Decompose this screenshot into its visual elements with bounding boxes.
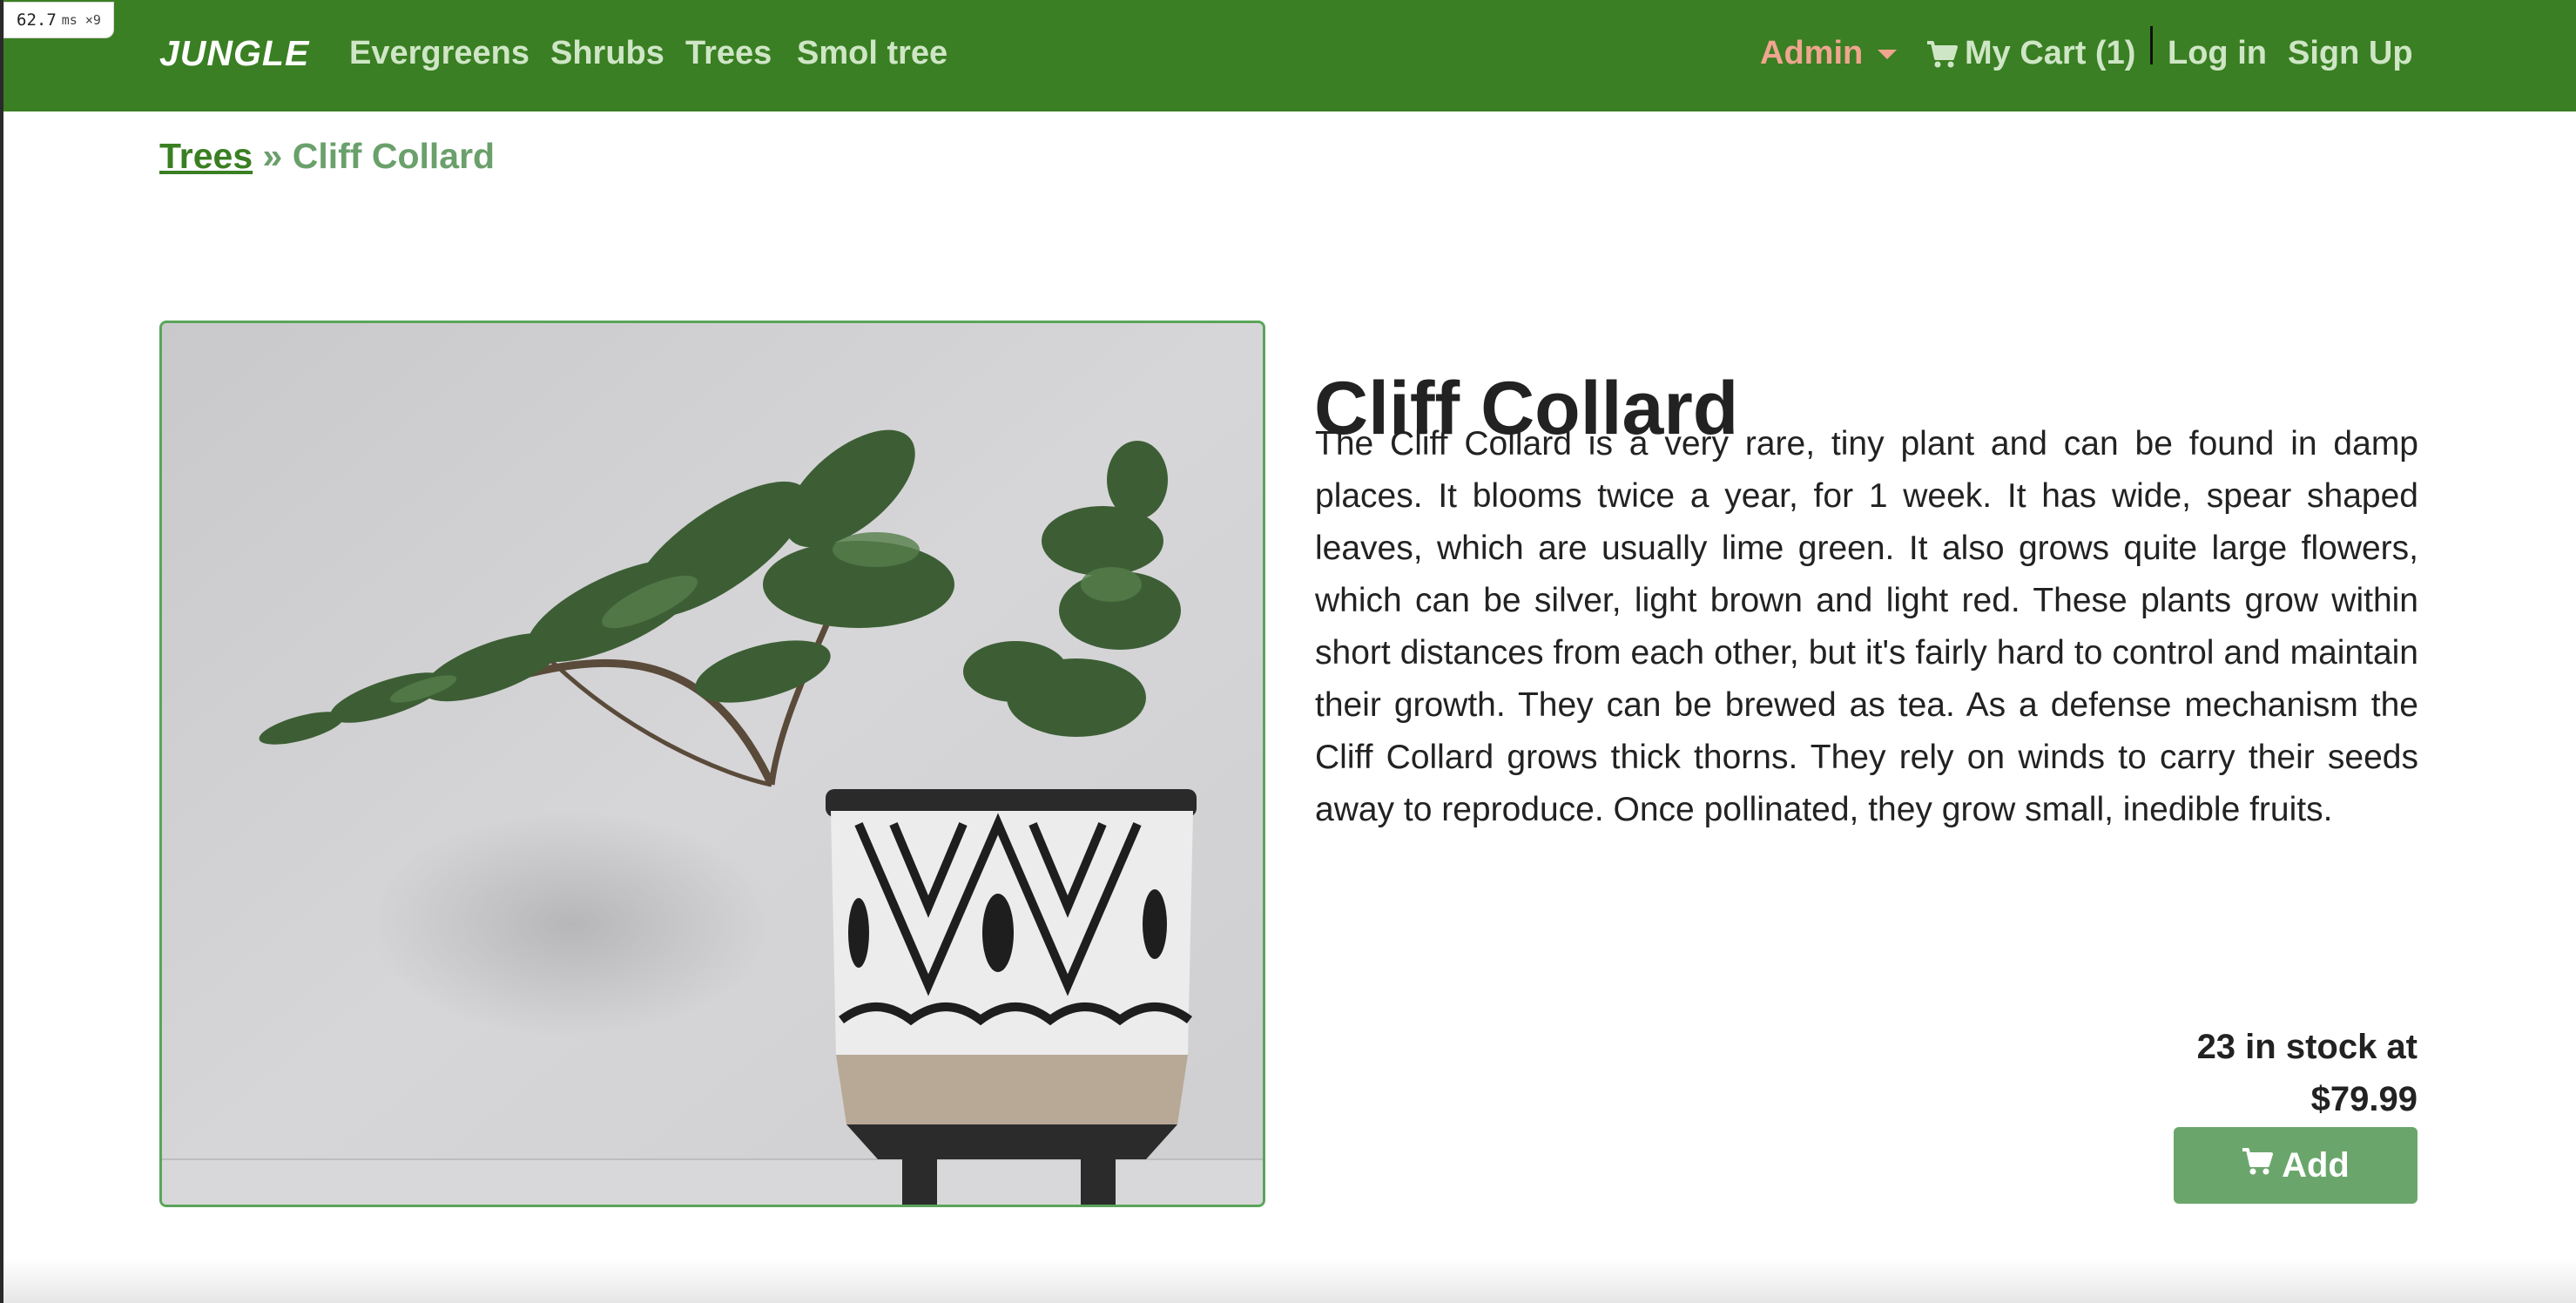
product-description: The Cliff Collard is a very rare, tiny p… (1315, 425, 2418, 828)
product-image (159, 321, 1265, 1207)
my-cart-link[interactable]: My Cart (1) (1965, 35, 2135, 72)
nav-divider (2150, 26, 2153, 64)
top-navbar: JUNGLE Evergreens Shrubs Trees Smol tree… (3, 0, 2576, 111)
cart-icon (2242, 1146, 2274, 1185)
page-bottom-edge (3, 1259, 2576, 1303)
admin-dropdown[interactable]: Admin (1760, 35, 1863, 72)
breadcrumb: Trees » Cliff Collard (159, 136, 495, 177)
perf-value: 62.7 (17, 10, 57, 30)
breadcrumb-separator: » (253, 136, 293, 176)
caret-down-icon[interactable] (1878, 50, 1897, 59)
stock-and-price: 23 in stock at $79.99 (2003, 1021, 2418, 1125)
signup-link[interactable]: Sign Up (2288, 35, 2413, 72)
nav-link-evergreens[interactable]: Evergreens (349, 35, 529, 72)
price: $79.99 (2310, 1080, 2418, 1118)
stock-text: 23 in stock at (2196, 1028, 2418, 1066)
breadcrumb-current: Cliff Collard (292, 136, 496, 176)
add-to-cart-button[interactable]: Add (2174, 1127, 2418, 1204)
breadcrumb-link-trees[interactable]: Trees (159, 136, 253, 176)
bonsai-photo (162, 323, 1263, 1205)
window-edge (0, 0, 3, 1303)
cart-icon[interactable] (1926, 40, 1958, 74)
nav-link-smol-tree[interactable]: Smol tree (797, 35, 947, 72)
nav-link-shrubs[interactable]: Shrubs (550, 35, 664, 72)
nav-link-trees[interactable]: Trees (685, 35, 772, 72)
perf-unit: ms ×9 (61, 12, 101, 28)
add-button-label: Add (2282, 1145, 2350, 1185)
brand-logo[interactable]: JUNGLE (159, 33, 309, 74)
login-link[interactable]: Log in (2168, 35, 2267, 72)
performance-overlay: 62.7 ms ×9 (3, 2, 114, 38)
